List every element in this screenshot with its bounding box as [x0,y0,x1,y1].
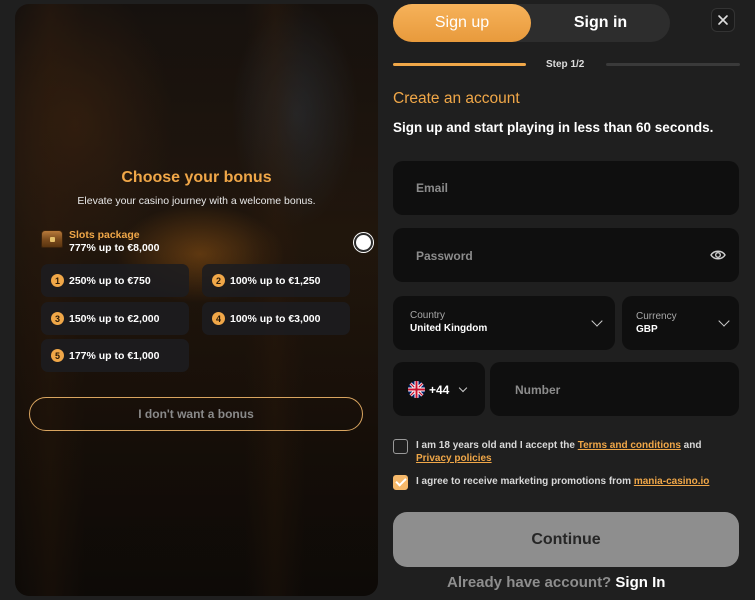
tier-label: 100% up to €3,000 [230,312,321,325]
slots-package-option[interactable]: Slots package 777% up to €8,000 [41,228,373,258]
background-shade [15,4,378,596]
tier-number-badge: 4 [212,312,225,325]
currency-select[interactable]: Currency GBP [622,296,739,350]
tab-sign-up[interactable]: Sign up [393,4,531,42]
step-progress-done [393,63,526,66]
number-placeholder: Number [515,383,561,397]
tier-number-badge: 2 [212,274,225,287]
close-button[interactable] [711,8,735,32]
chevron-down-icon [458,383,468,393]
tier-number-badge: 1 [51,274,64,287]
step-label: Step 1/2 [546,59,585,70]
close-icon [718,15,728,25]
terms-text: I am 18 years old and I accept the Terms… [416,439,736,465]
step-progress-remaining [606,63,740,66]
bonus-tier-1[interactable]: 1 250% up to €750 [41,264,189,297]
marketing-checkbox[interactable] [393,475,408,490]
tier-label: 100% up to €1,250 [230,274,321,287]
uk-flag-icon [408,381,425,398]
no-bonus-button[interactable]: I don't want a bonus [29,397,363,431]
signin-footer: Already have account? Sign In [447,574,665,591]
tier-label: 177% up to €1,000 [69,349,160,362]
marketing-text-pre: I agree to receive marketing promotions … [416,476,634,487]
tab-sign-in[interactable]: Sign in [531,4,670,42]
currency-value: GBP [636,324,658,335]
bonus-tier-5[interactable]: 5 177% up to €1,000 [41,339,189,372]
terms-link[interactable]: Terms and conditions [578,440,681,451]
bonus-subtitle: Elevate your casino journey with a welco… [77,195,316,207]
country-value: United Kingdom [410,323,488,334]
email-field[interactable]: Email [393,161,739,215]
bonus-title: Choose your bonus [121,169,272,186]
privacy-link[interactable]: Privacy policies [416,453,492,464]
currency-label: Currency [636,311,677,322]
password-placeholder: Password [416,249,473,263]
form-heading: Create an account [393,90,520,107]
package-radio[interactable] [354,233,373,252]
auth-tabs: Sign up Sign in [393,4,670,42]
phone-number-field[interactable]: Number [490,362,739,416]
password-field[interactable]: Password [393,228,739,282]
country-select[interactable]: Country United Kingdom [393,296,615,350]
bonus-tier-4[interactable]: 4 100% up to €3,000 [202,302,350,335]
tier-number-badge: 5 [51,349,64,362]
bonus-panel: Choose your bonus Elevate your casino jo… [15,4,378,596]
tier-label: 150% up to €2,000 [69,312,160,325]
package-amount: 777% up to €8,000 [69,242,160,254]
chevron-down-icon [718,315,730,327]
tier-label: 250% up to €750 [69,274,151,287]
site-link[interactable]: mania-casino.io [634,476,710,487]
package-name: Slots package [69,229,140,241]
phone-code-select[interactable]: +44 [393,362,485,416]
eye-icon[interactable] [710,249,726,261]
bonus-tier-2[interactable]: 2 100% up to €1,250 [202,264,350,297]
continue-button[interactable]: Continue [393,512,739,567]
terms-checkbox[interactable] [393,439,408,454]
tier-number-badge: 3 [51,312,64,325]
marketing-text: I agree to receive marketing promotions … [416,475,736,488]
phone-code-value: +44 [429,383,450,397]
footer-question: Already have account? [447,574,612,591]
treasure-chest-icon [41,230,63,248]
terms-text-pre: I am 18 years old and I accept the [416,440,578,451]
footer-sign-in-link[interactable]: Sign In [615,574,665,591]
chevron-down-icon [591,315,603,327]
country-label: Country [410,310,446,321]
bonus-tier-3[interactable]: 3 150% up to €2,000 [41,302,189,335]
terms-text-and: and [680,440,702,451]
form-tagline: Sign up and start playing in less than 6… [393,120,714,135]
email-placeholder: Email [416,181,449,195]
